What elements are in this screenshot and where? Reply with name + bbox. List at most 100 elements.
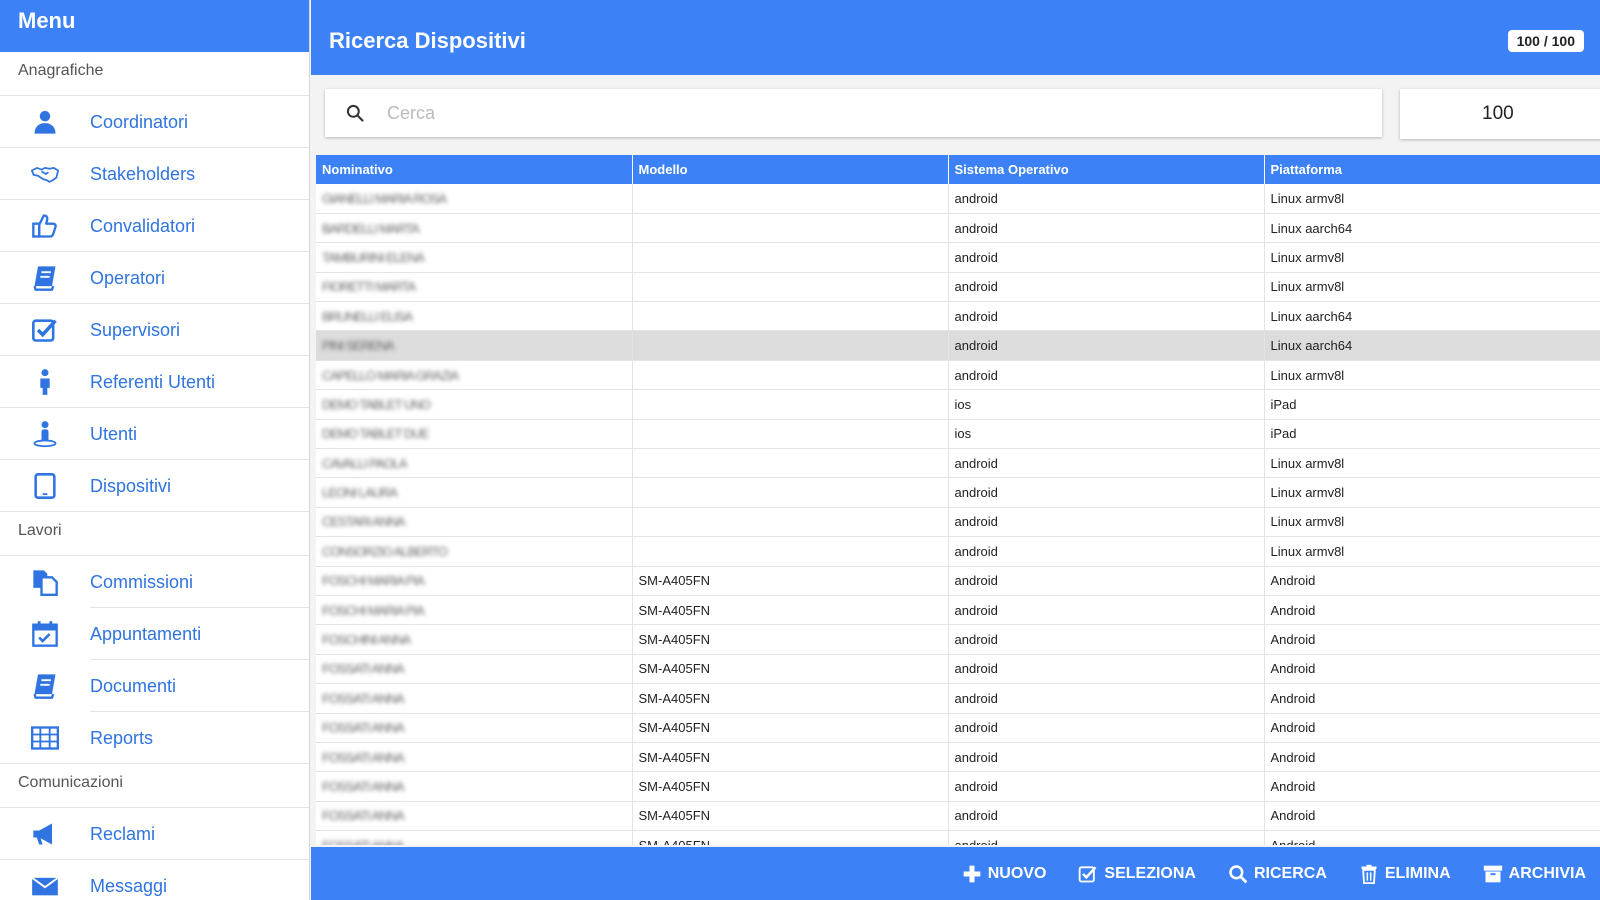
sidebar-item-reclami[interactable]: Reclami: [0, 808, 309, 860]
cell-modello: [632, 242, 949, 273]
cell-os: android: [948, 330, 1265, 361]
elimina-button[interactable]: ELIMINA: [1359, 864, 1451, 884]
cell-os: android: [948, 448, 1265, 479]
redacted-name: FOSSATI ANNA: [322, 690, 405, 706]
redacted-name: CAVALLI PAOLA: [322, 455, 408, 471]
sidebar: Menu Anagrafiche Coordinatori Stakeholders…: [0, 0, 310, 900]
result-limit-field[interactable]: 100: [1400, 89, 1600, 139]
main-panel: Ricerca Dispositivi 100 / 100 100 Nomina…: [311, 0, 1600, 900]
nuovo-button[interactable]: NUOVO: [962, 864, 1046, 884]
redacted-name: TAMBURINI ELENA: [322, 249, 425, 265]
cell-nominativo: FOSSATI ANNA: [316, 683, 633, 714]
action-label: ELIMINA: [1384, 864, 1451, 882]
sidebar-item-commissioni[interactable]: Commissioni: [0, 556, 309, 608]
table-row[interactable]: FOSSATI ANNA SM-A405FNandroidAndroid: [316, 742, 1600, 773]
search-input[interactable]: [385, 89, 1382, 137]
table-row[interactable]: FOSSATI ANNA SM-A405FNandroidAndroid: [316, 771, 1600, 802]
table-row[interactable]: CESTARI ANNA android Linux armv8l: [316, 507, 1600, 538]
sidebar-item-stakeholders[interactable]: Stakeholders: [0, 148, 309, 200]
cell-modello: [632, 360, 949, 391]
cell-os: android: [948, 713, 1265, 743]
cell-platform: Linux armv8l: [1264, 507, 1600, 538]
cell-nominativo: DEMO TABLET UNO: [316, 389, 633, 420]
sidebar-item-label: Reclami: [90, 823, 156, 844]
table-row[interactable]: FOSSATI ANNA SM-A405FNandroidAndroid: [316, 654, 1600, 685]
sidebar-section-label: Lavori: [0, 512, 309, 556]
cell-modello: [632, 507, 949, 538]
copy-icon: [0, 568, 90, 596]
cell-modello: [632, 389, 949, 420]
cell-os: android: [948, 595, 1265, 626]
cell-os: android: [948, 184, 1265, 214]
sidebar-item-referenti-utenti[interactable]: Referenti Utenti: [0, 356, 309, 408]
table-row[interactable]: FOSSATI ANNA SM-A405FNandroidAndroid: [316, 713, 1600, 743]
table-row[interactable]: FOSSATI ANNA SM-A405FNandroidAndroid: [316, 683, 1600, 714]
redacted-name: FOSSATI ANNA: [322, 749, 405, 765]
redacted-name: CONSORZIO ALBERTO: [322, 543, 448, 559]
cell-nominativo: TAMBURINI ELENA: [316, 242, 633, 273]
archivia-button[interactable]: ARCHIVIA: [1483, 864, 1586, 884]
sidebar-item-label: Referenti Utenti: [90, 371, 216, 392]
check-square-icon: [0, 316, 90, 344]
sidebar-item-label: Reports: [90, 727, 154, 748]
table-row[interactable]: FOSCHI MARIA PIA SM-A405FN android Android: [316, 566, 1600, 596]
sidebar-item-dispositivi[interactable]: Dispositivi: [0, 460, 309, 512]
table-row[interactable]: CONSORZIO ALBERTO android Linux armv8l: [316, 536, 1600, 567]
sidebar-item-utenti[interactable]: Utenti: [0, 408, 309, 460]
cell-platform: Android: [1264, 683, 1600, 714]
cell-platform: Linux armv8l: [1264, 360, 1600, 391]
tablet-icon: [0, 472, 90, 500]
sidebar-item-convalidatori[interactable]: Convalidatori: [0, 200, 309, 252]
table-row[interactable]: TAMBURINI ELENA android Linux armv8l: [316, 242, 1600, 273]
sidebar-item-operatori[interactable]: Operatori: [0, 252, 309, 304]
sidebar-item-messaggi[interactable]: Messaggi: [0, 860, 309, 900]
column-header-piattaforma[interactable]: Piattaforma: [1264, 155, 1600, 184]
cell-os: android: [948, 654, 1265, 685]
table-row[interactable]: BRUNELLI ELISA android Linux aarch64: [316, 301, 1600, 332]
table-row[interactable]: FOSSATI ANNA SM-A405FNandroidAndroid: [316, 830, 1600, 845]
table-row[interactable]: CAVALLI PAOLA android Linux armv8l: [316, 448, 1600, 479]
devices-table: Nominativo Modello Sistema Operativo Piatta…: [316, 155, 1600, 845]
sidebar-item-coordinatori[interactable]: Coordinatori: [0, 96, 309, 148]
cell-modello: [632, 477, 949, 508]
table-row[interactable]: LEONI LAURA android Linux armv8l: [316, 477, 1600, 508]
table-row[interactable]: GIANELLI MARIA ROSA android Linux armv8l: [316, 184, 1600, 214]
redacted-name: FOSCHINI ANNA: [322, 632, 411, 648]
column-header-modello[interactable]: Modello: [632, 155, 949, 184]
seleziona-button[interactable]: SELEZIONA: [1078, 864, 1196, 884]
table-row[interactable]: CAPELLO MARIA GRAZIA android Linux armv8l: [316, 360, 1600, 391]
table-row[interactable]: FOSCHI MARIA PIA SM-A405FN android Android: [316, 595, 1600, 626]
sidebar-item-documenti[interactable]: Documenti: [0, 660, 309, 712]
ricerca-button[interactable]: RICERCA: [1228, 864, 1327, 884]
table-row[interactable]: PINI SERENA android Linux aarch64: [316, 330, 1600, 361]
redacted-name: FOSCHI MARIA PIA: [322, 602, 425, 618]
handshake-icon: [0, 160, 90, 188]
redacted-name: BARDELLI MARTA: [322, 220, 420, 236]
cell-modello: SM-A405FN: [632, 566, 949, 596]
table-row[interactable]: DEMO TABLET UNO ios iPad: [316, 389, 1600, 420]
cell-platform: Android: [1264, 654, 1600, 685]
cell-modello: SM-A405FN: [632, 801, 949, 832]
redacted-name: FOSCHI MARIA PIA: [322, 573, 425, 589]
sidebar-item-supervisori[interactable]: Supervisori: [0, 304, 309, 356]
sidebar-item-label: Coordinatori: [90, 111, 189, 132]
cell-os: android: [948, 566, 1265, 596]
table-row[interactable]: BARDELLI MARTA android Linux aarch64: [316, 213, 1600, 244]
cell-modello: SM-A405FN: [632, 713, 949, 743]
table-row[interactable]: FOSSATI ANNA SM-A405FNandroidAndroid: [316, 801, 1600, 832]
table-row[interactable]: FOSCHINI ANNA SM-A405FN android Android: [316, 624, 1600, 655]
sidebar-item-label: Utenti: [90, 423, 138, 444]
sidebar-item-label: Operatori: [90, 267, 166, 288]
cell-modello: [632, 330, 949, 361]
cell-nominativo: PINI SERENA: [316, 330, 633, 361]
column-header-nominativo[interactable]: Nominativo: [316, 155, 633, 184]
sidebar-item-appuntamenti[interactable]: Appuntamenti: [0, 608, 309, 660]
sidebar-item-reports[interactable]: Reports: [0, 712, 309, 764]
table-row[interactable]: DEMO TABLET DUE ios iPad: [316, 419, 1600, 450]
sidebar-section-label: Anagrafiche: [0, 52, 309, 96]
plus-icon: [962, 864, 988, 884]
cell-os: android: [948, 830, 1265, 845]
column-header-sistema-operativo[interactable]: Sistema Operativo: [948, 155, 1265, 184]
table-icon: [0, 724, 90, 752]
table-row[interactable]: FIORETTI MARTA android Linux armv8l: [316, 272, 1600, 303]
